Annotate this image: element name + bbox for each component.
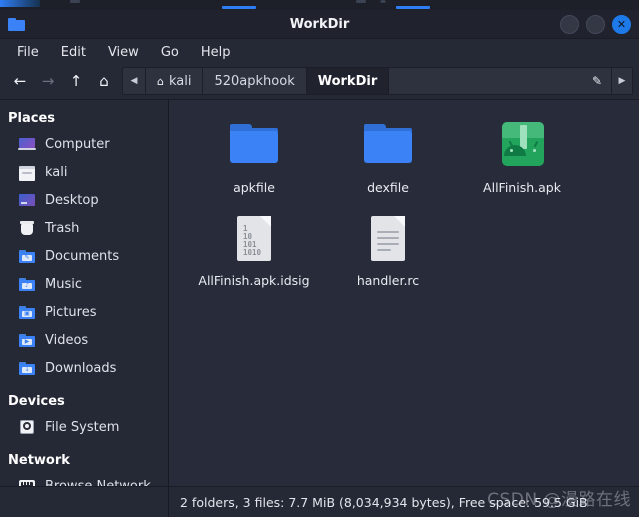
breadcrumb-scroll-right[interactable]: ▶ xyxy=(612,68,632,94)
sidebar-section-devices: Devices xyxy=(8,394,65,409)
home-button[interactable]: ⌂ xyxy=(90,68,118,94)
icon-grid: apkfile dexfile AllFinish.apk 1 10 101 1… xyxy=(169,100,639,298)
panel-active-window[interactable] xyxy=(222,6,256,9)
titlebar: WorkDir ✕ xyxy=(0,10,639,39)
computer-icon xyxy=(18,136,36,152)
maximize-button[interactable] xyxy=(586,14,605,34)
videos-folder-icon: ▶ xyxy=(18,332,36,348)
sidebar-item-label: Browse Network xyxy=(45,478,151,487)
breadcrumb-empty-area[interactable]: ✎ xyxy=(389,68,612,94)
close-button[interactable]: ✕ xyxy=(612,14,631,34)
trash-icon xyxy=(18,220,36,236)
file-name: dexfile xyxy=(367,180,409,195)
sidebar: Places Computer kali Desktop Trash ✎ Doc… xyxy=(0,100,169,486)
file-item[interactable]: handler.rc xyxy=(321,205,455,298)
forward-button[interactable]: → xyxy=(34,68,62,94)
sidebar-item-label: Documents xyxy=(45,248,120,264)
sidebar-item-label: Desktop xyxy=(45,192,99,208)
home-folder-icon xyxy=(18,164,36,181)
binary-file-icon: 1 10 101 1010 xyxy=(226,211,282,267)
panel-indicator xyxy=(70,0,80,3)
menu-edit[interactable]: Edit xyxy=(52,43,95,62)
music-folder-icon: ♪ xyxy=(18,276,36,292)
desktop-icon xyxy=(18,192,36,208)
panel-indicator xyxy=(380,0,386,3)
text-file-icon xyxy=(360,211,416,267)
sidebar-item-pictures[interactable]: ▣ Pictures xyxy=(0,298,168,326)
sidebar-item-label: Music xyxy=(45,276,82,292)
sidebar-item-label: Pictures xyxy=(45,304,97,320)
edit-path-icon[interactable]: ✎ xyxy=(592,74,602,88)
sidebar-item-kali[interactable]: kali xyxy=(0,158,168,186)
folder-icon xyxy=(360,118,416,174)
sidebar-section-places: Places xyxy=(8,111,56,126)
statusbar: 2 folders, 3 files: 7.7 MiB (8,034,934 b… xyxy=(0,486,639,517)
content-area: Places Computer kali Desktop Trash ✎ Doc… xyxy=(0,99,639,486)
file-list-view[interactable]: apkfile dexfile AllFinish.apk 1 10 101 1… xyxy=(169,100,639,486)
breadcrumb-item-kali[interactable]: ⌂ kali xyxy=(146,68,204,94)
file-name: AllFinish.apk xyxy=(483,180,561,195)
downloads-folder-icon: ↓ xyxy=(18,360,36,376)
panel-indicator xyxy=(356,0,366,3)
file-name: handler.rc xyxy=(356,273,420,288)
menu-go[interactable]: Go xyxy=(152,43,188,62)
folder-icon xyxy=(226,118,282,174)
breadcrumb-label: kali xyxy=(168,73,192,89)
breadcrumb-item-workdir[interactable]: WorkDir xyxy=(306,68,390,94)
status-text: 2 folders, 3 files: 7.7 MiB (8,034,934 b… xyxy=(180,494,588,510)
sidebar-item-label: File System xyxy=(45,419,120,435)
up-button[interactable]: ↑ xyxy=(62,68,90,94)
sidebar-item-videos[interactable]: ▶ Videos xyxy=(0,326,168,354)
breadcrumb-item-520apkhook[interactable]: 520apkhook xyxy=(203,68,307,94)
panel-logo xyxy=(0,0,40,7)
window-title: WorkDir xyxy=(289,16,350,32)
sidebar-item-label: Computer xyxy=(45,136,110,152)
file-item[interactable]: AllFinish.apk xyxy=(455,112,589,205)
file-manager-window: WorkDir ✕ File Edit View Go Help ← → ↑ ⌂… xyxy=(0,10,639,517)
disk-icon xyxy=(18,419,36,435)
breadcrumb: ◀ ⌂ kali 520apkhook WorkDir ✎ ▶ xyxy=(122,67,633,95)
network-icon xyxy=(18,478,36,486)
menu-help[interactable]: Help xyxy=(192,43,240,62)
window-buttons: ✕ xyxy=(560,14,631,34)
sidebar-item-label: Trash xyxy=(45,220,80,236)
file-item[interactable]: apkfile xyxy=(187,112,321,205)
text-lines xyxy=(377,231,399,255)
sidebar-item-browse-network[interactable]: Browse Network xyxy=(0,472,168,486)
home-icon: ⌂ xyxy=(157,74,164,88)
pictures-folder-icon: ▣ xyxy=(18,304,36,320)
panel-active-window[interactable] xyxy=(396,6,430,9)
menu-file[interactable]: File xyxy=(8,43,48,62)
back-button[interactable]: ← xyxy=(6,68,34,94)
sidebar-item-label: Videos xyxy=(45,332,89,348)
sidebar-item-label: Downloads xyxy=(45,360,117,376)
folder-icon xyxy=(8,17,25,31)
android-apk-icon xyxy=(494,118,550,174)
statusbar-sidebar-pane xyxy=(0,487,169,517)
sidebar-item-documents[interactable]: ✎ Documents xyxy=(0,242,168,270)
sidebar-item-file-system[interactable]: File System xyxy=(0,413,168,441)
sidebar-item-trash[interactable]: Trash xyxy=(0,214,168,242)
sidebar-item-computer[interactable]: Computer xyxy=(0,130,168,158)
sidebar-section-network: Network xyxy=(8,453,70,468)
sidebar-item-label: kali xyxy=(45,164,68,180)
sidebar-item-desktop[interactable]: Desktop xyxy=(0,186,168,214)
file-item[interactable]: 1 10 101 1010 AllFinish.apk.idsig xyxy=(187,205,321,298)
file-item[interactable]: dexfile xyxy=(321,112,455,205)
file-name: AllFinish.apk.idsig xyxy=(198,273,310,288)
menu-view[interactable]: View xyxy=(99,43,148,62)
menubar: File Edit View Go Help xyxy=(0,39,639,65)
minimize-button[interactable] xyxy=(560,14,579,34)
sidebar-item-music[interactable]: ♪ Music xyxy=(0,270,168,298)
toolbar: ← → ↑ ⌂ ◀ ⌂ kali 520apkhook WorkDir ✎ ▶ xyxy=(0,65,639,99)
binary-digits: 1 10 101 1010 xyxy=(243,224,262,257)
documents-folder-icon: ✎ xyxy=(18,248,36,264)
file-name: apkfile xyxy=(233,180,275,195)
sidebar-item-downloads[interactable]: ↓ Downloads xyxy=(0,354,168,382)
breadcrumb-scroll-left[interactable]: ◀ xyxy=(123,68,146,94)
